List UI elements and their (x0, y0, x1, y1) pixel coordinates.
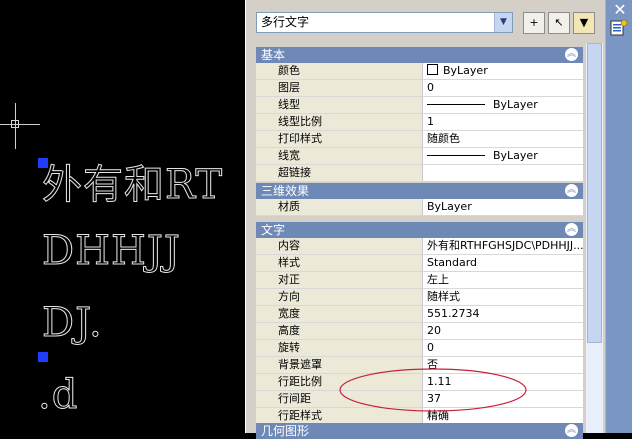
property-label: 高度 (256, 323, 423, 339)
property-value[interactable]: 外有和RTHFGHSJDC\PDHHJJ... (424, 238, 583, 254)
property-label: 线型比例 (256, 114, 423, 130)
palette-titlebar[interactable]: ✕ (605, 0, 632, 433)
cad-text-line-4[interactable]: .d (37, 372, 78, 419)
property-label: 宽度 (256, 306, 423, 322)
crosshair-horizontal (0, 124, 40, 125)
property-label: 图层 (256, 80, 423, 96)
property-value[interactable]: 随样式 (424, 289, 583, 305)
properties-palette: 多行文字 ▼ + ↖ ▼ 基本 ︽ 颜色 ByLayer 图层 0 线型 ByL… (245, 0, 606, 439)
property-value-color[interactable]: ByLayer (424, 63, 583, 79)
property-label: 线型 (256, 97, 423, 113)
section-general-rows: 颜色 ByLayer 图层 0 线型 ByLayer 线型比例 1 打印样式 随… (256, 63, 583, 182)
properties-icon[interactable] (609, 18, 629, 38)
section-geometry-title: 几何图形 (261, 424, 310, 438)
section-geometry-header[interactable]: 几何图形 ︽ (256, 423, 583, 439)
cad-text-line-1[interactable]: 外有和RT (41, 152, 223, 210)
cad-text-line-2[interactable]: DHHJJ (42, 228, 181, 275)
lineweight-sample (427, 155, 485, 156)
property-row-lineweight[interactable]: 线宽 ByLayer (256, 148, 583, 165)
property-row-plot-style[interactable]: 打印样式 随颜色 (256, 131, 583, 148)
select-objects-button[interactable]: ↖ (548, 12, 570, 34)
property-value[interactable]: 1 (424, 114, 583, 130)
property-label: 打印样式 (256, 131, 423, 147)
property-row-direction[interactable]: 方向 随样式 (256, 289, 583, 306)
property-value[interactable]: 0 (424, 80, 583, 96)
property-row-height[interactable]: 高度 20 (256, 323, 583, 340)
section-general-title: 基本 (261, 48, 286, 62)
property-value[interactable]: ByLayer (424, 199, 583, 215)
section-text-header[interactable]: 文字 ︽ (256, 222, 583, 238)
property-value[interactable]: Standard (424, 255, 583, 271)
property-row-rotation[interactable]: 旋转 0 (256, 340, 583, 357)
crosshair-pickbox (11, 120, 19, 128)
property-label: 内容 (256, 238, 423, 254)
property-row-hyperlink[interactable]: 超链接 (256, 165, 583, 182)
property-label: 旋转 (256, 340, 423, 356)
collapse-icon[interactable]: ︽ (565, 184, 578, 197)
property-row-linetype-scale[interactable]: 线型比例 1 (256, 114, 583, 131)
property-value-text: ByLayer (493, 98, 538, 111)
collapse-icon[interactable]: ︽ (565, 48, 578, 61)
property-row-layer[interactable]: 图层 0 (256, 80, 583, 97)
property-value[interactable]: 左上 (424, 272, 583, 288)
property-label: 样式 (256, 255, 423, 271)
drawing-canvas[interactable]: 外有和RT DHHJJ DJ. .d (0, 0, 245, 433)
collapse-icon[interactable]: ︽ (565, 424, 578, 437)
property-label: 线宽 (256, 148, 423, 164)
property-label: 方向 (256, 289, 423, 305)
property-label: 颜色 (256, 63, 423, 79)
property-row-linetype[interactable]: 线型 ByLayer (256, 97, 583, 114)
section-3d-effects-rows: 材质 ByLayer (256, 199, 583, 216)
property-value-linetype[interactable]: ByLayer (424, 97, 583, 113)
quick-select-button[interactable]: + (523, 12, 545, 34)
scrollbar-thumb[interactable] (587, 43, 602, 343)
property-label: 对正 (256, 272, 423, 288)
close-icon[interactable]: ✕ (612, 2, 628, 18)
property-row-style[interactable]: 样式 Standard (256, 255, 583, 272)
object-type-value: 多行文字 (261, 15, 310, 29)
property-value[interactable]: 551.2734 (424, 306, 583, 322)
section-3d-effects-header[interactable]: 三维效果 ︽ (256, 183, 583, 199)
property-row-width[interactable]: 宽度 551.2734 (256, 306, 583, 323)
property-row-material[interactable]: 材质 ByLayer (256, 199, 583, 216)
section-text-title: 文字 (261, 223, 286, 237)
property-value-lineweight[interactable]: ByLayer (424, 148, 583, 164)
chevron-down-icon[interactable]: ▼ (494, 13, 512, 32)
highlight-ellipse (339, 368, 527, 412)
property-label: 超链接 (256, 165, 423, 181)
property-value[interactable]: 20 (424, 323, 583, 339)
property-value[interactable]: 随颜色 (424, 131, 583, 147)
section-3d-effects-title: 三维效果 (261, 184, 310, 198)
quick-select-icon: + (529, 16, 539, 29)
property-row-color[interactable]: 颜色 ByLayer (256, 63, 583, 80)
cad-text-line-3[interactable]: DJ. (42, 300, 103, 347)
property-value[interactable] (424, 165, 583, 181)
property-label: 材质 (256, 199, 423, 215)
object-type-select[interactable]: 多行文字 ▼ (256, 12, 513, 33)
property-row-contents[interactable]: 内容 外有和RTHFGHSJDC\PDHHJJ... (256, 238, 583, 255)
grip-bottom[interactable] (38, 352, 48, 362)
property-value-text: ByLayer (493, 149, 538, 162)
select-objects-icon: ↖ (554, 16, 564, 29)
filter-icon: ▼ (579, 16, 589, 29)
color-swatch-icon (427, 64, 438, 75)
property-row-justify[interactable]: 对正 左上 (256, 272, 583, 289)
palette-scrollbar[interactable] (586, 43, 603, 433)
collapse-icon[interactable]: ︽ (565, 223, 578, 236)
property-value-text: ByLayer (443, 64, 488, 77)
toggle-pickadd-button[interactable]: ▼ (573, 12, 595, 34)
section-general-header[interactable]: 基本 ︽ (256, 47, 583, 63)
property-value[interactable]: 0 (424, 340, 583, 356)
linetype-sample (427, 104, 485, 105)
